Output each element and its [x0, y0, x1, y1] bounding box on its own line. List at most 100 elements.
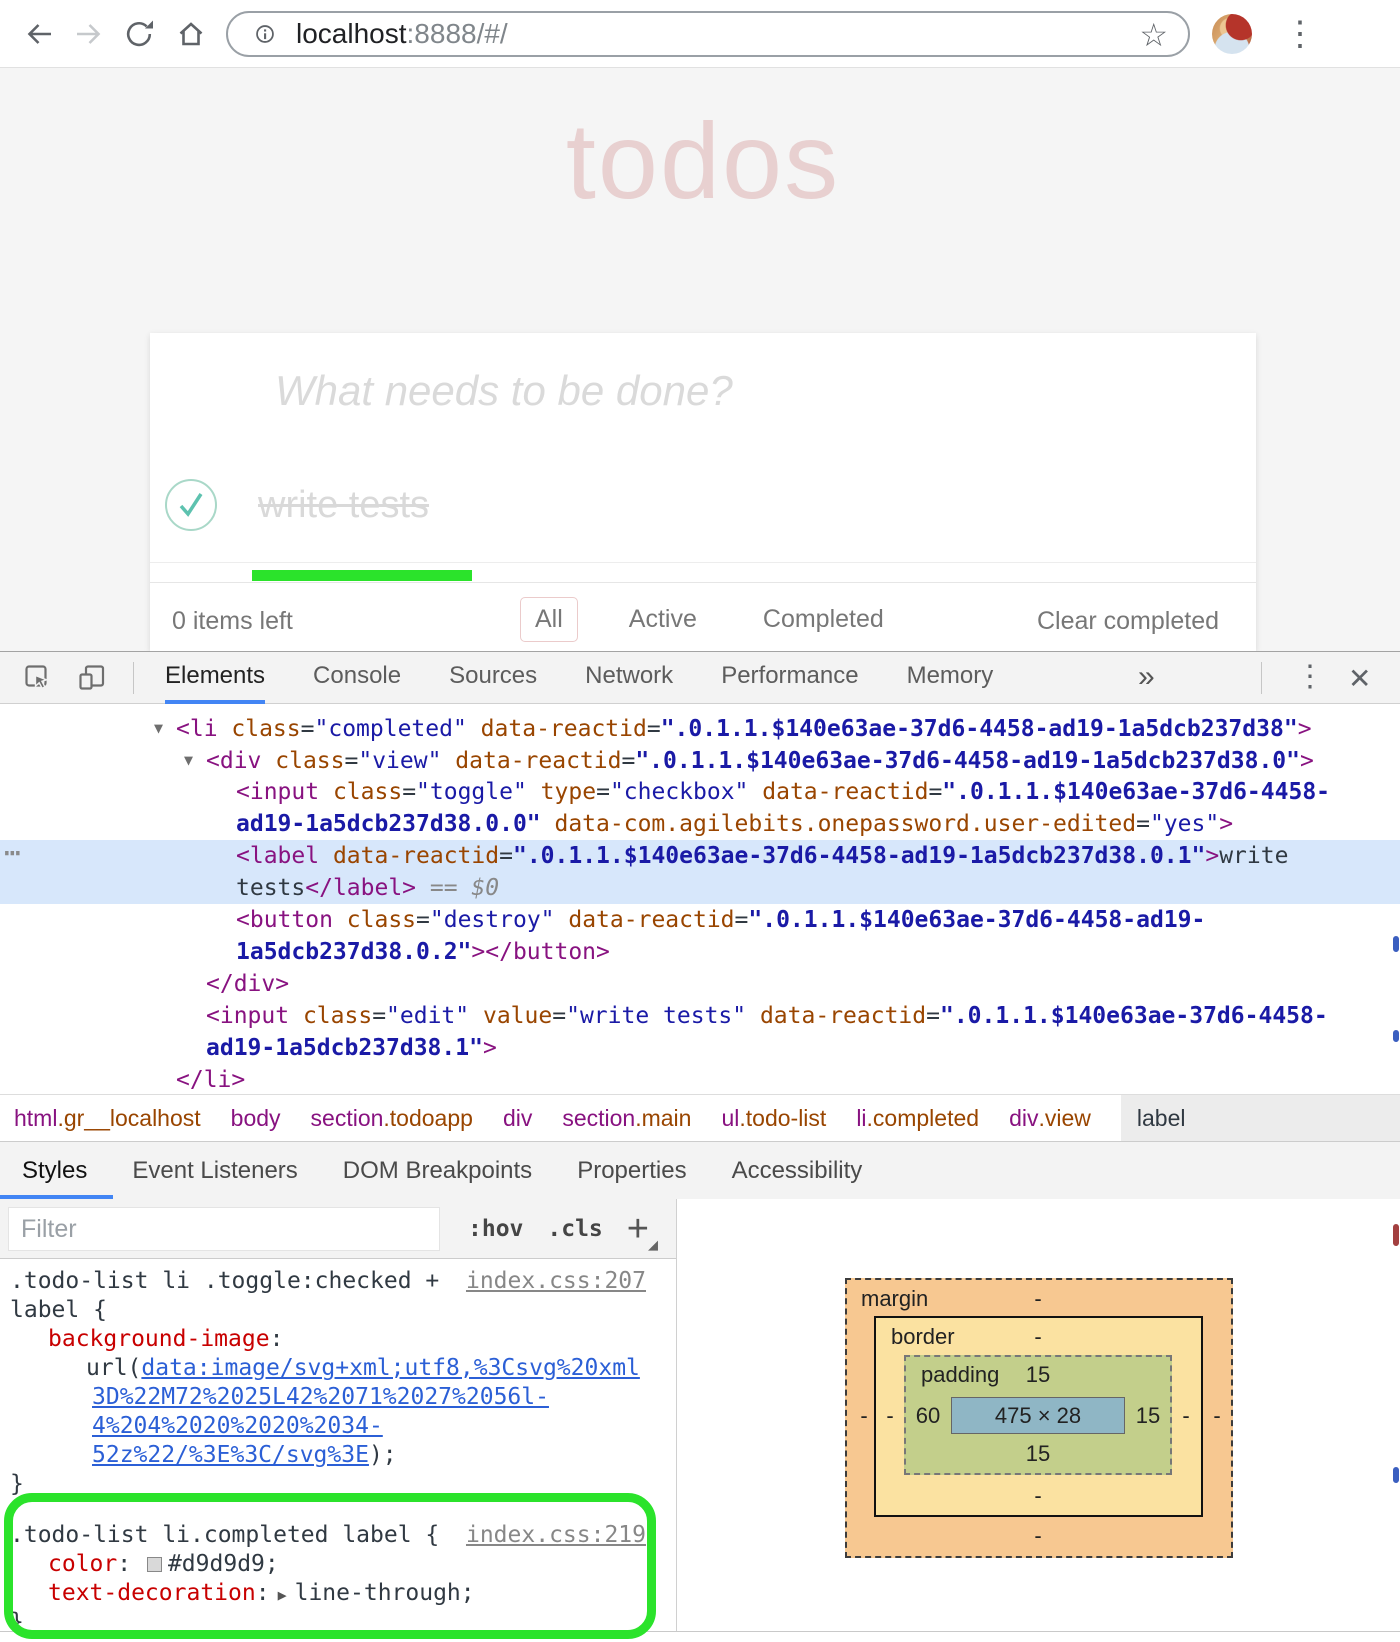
dom-tree-node[interactable]: tests</label> == $0 [0, 872, 1400, 904]
border-right[interactable]: - [1182, 1405, 1189, 1427]
url-text[interactable]: localhost:8888/#/ [296, 18, 508, 50]
screen: localhost:8888/#/ ☆ ⋮ todos What needs t… [0, 0, 1400, 1642]
new-todo-input[interactable]: What needs to be done? [150, 333, 1256, 448]
filter-placeholder: Filter [21, 1215, 77, 1244]
padding-label: padding [921, 1364, 999, 1386]
device-toolbar-icon[interactable] [76, 662, 108, 694]
breadcrumb-item[interactable]: div [503, 1095, 532, 1141]
content-size: 475 × 28 [995, 1403, 1081, 1429]
scrollbar-mark[interactable] [1393, 1224, 1399, 1246]
bookmark-star-icon[interactable]: ☆ [1139, 16, 1168, 54]
margin-right[interactable]: - [1213, 1405, 1220, 1427]
pane-divider[interactable] [676, 1199, 677, 1631]
padding-right[interactable]: 15 [1136, 1405, 1160, 1427]
avatar[interactable] [1212, 14, 1252, 54]
breadcrumb-item[interactable]: body [231, 1095, 281, 1141]
inspect-element-icon[interactable] [22, 662, 54, 694]
tab-sources[interactable]: Sources [449, 652, 537, 704]
tab-event-listeners[interactable]: Event Listeners [132, 1157, 297, 1185]
elements-tree: ▼<li class="completed" data-reactid=".0.… [0, 704, 1400, 1094]
styles-filter-input[interactable]: Filter [8, 1207, 440, 1251]
breadcrumb-item[interactable]: html.gr__localhost [14, 1095, 201, 1141]
home-icon[interactable] [174, 17, 208, 51]
new-style-rule-button[interactable]: + [627, 1208, 649, 1251]
border-left[interactable]: - [886, 1405, 893, 1427]
breadcrumb-item[interactable]: section.main [562, 1095, 691, 1141]
tab-dom-breakpoints[interactable]: DOM Breakpoints [343, 1157, 532, 1185]
dom-tree-node[interactable]: <input class="edit" value="write tests" … [0, 1000, 1400, 1032]
styles-filter-row: Filter :hov .cls + ◢ [0, 1199, 676, 1259]
expand-arrow-icon[interactable]: ▼ [184, 744, 206, 776]
filter-completed[interactable]: Completed [748, 597, 899, 642]
devtools-panel: Elements Console Sources Network Performance… [0, 651, 1400, 1642]
breadcrumb-item[interactable]: label [1121, 1095, 1400, 1141]
url-bar[interactable]: localhost:8888/#/ ☆ [226, 11, 1190, 57]
padding-bottom[interactable]: 15 [1026, 1443, 1050, 1465]
browser-toolbar: localhost:8888/#/ ☆ ⋮ [0, 0, 1400, 68]
clear-completed-button[interactable]: Clear completed [1037, 607, 1219, 636]
toggle-hov[interactable]: :hov [468, 1216, 523, 1242]
box-model-content-box[interactable]: 475 × 28 [951, 1397, 1125, 1434]
dom-tree-node[interactable]: ad19-1a5dcb237d38.1"> [0, 1032, 1400, 1064]
dom-tree-node[interactable]: ▼<div class="view" data-reactid=".0.1.1.… [0, 744, 1400, 776]
todo-item[interactable]: write tests [150, 448, 1256, 563]
url-host: localhost [296, 18, 407, 49]
tab-elements[interactable]: Elements [165, 652, 265, 704]
reload-icon[interactable] [122, 17, 156, 51]
dom-tree-node[interactable]: <button class="destroy" data-reactid=".0… [0, 904, 1400, 936]
back-icon[interactable] [22, 17, 56, 51]
breadcrumb-item[interactable]: li.completed [856, 1095, 979, 1141]
tab-styles[interactable]: Styles [22, 1157, 87, 1185]
tab-properties[interactable]: Properties [577, 1157, 686, 1185]
filter-all[interactable]: All [520, 597, 578, 642]
border-bottom[interactable]: - [1034, 1485, 1041, 1507]
dom-tree-node[interactable]: </li> [0, 1064, 1400, 1094]
devtools-tabs: Elements Console Sources Network Performance… [165, 652, 993, 704]
tab-memory[interactable]: Memory [907, 652, 994, 704]
devtools-menu-icon[interactable]: ⋮ [1295, 659, 1325, 694]
more-tabs-chevron-icon[interactable]: » [1138, 660, 1155, 694]
scrollbar-mark[interactable] [1393, 1467, 1399, 1483]
tab-performance[interactable]: Performance [721, 652, 858, 704]
margin-top[interactable]: - [1034, 1288, 1041, 1310]
toolbar-divider [1261, 662, 1262, 694]
dom-tree-node[interactable]: 1a5dcb237d38.0.2"></button> [0, 936, 1400, 968]
dom-tree-node[interactable]: ad19-1a5dcb237d38.0.0" data-com.agilebit… [0, 808, 1400, 840]
todo-footer: 0 items left AllActiveCompleted Clear co… [150, 582, 1256, 651]
toolbar-divider [133, 662, 134, 694]
border-label: border [891, 1326, 955, 1348]
breadcrumb: html.gr__localhost body section.todoapp div… [0, 1094, 1400, 1141]
margin-left[interactable]: - [860, 1405, 867, 1427]
forward-icon [72, 17, 106, 51]
breadcrumb-item[interactable]: ul.todo-list [721, 1095, 826, 1141]
info-icon[interactable] [250, 19, 280, 49]
tab-console[interactable]: Console [313, 652, 401, 704]
stylesheet-link[interactable]: index.css:207 [466, 1267, 646, 1296]
devtools-close-icon[interactable]: ✕ [1348, 662, 1371, 695]
expand-arrow-icon[interactable]: ▼ [154, 712, 176, 744]
dom-tree-node[interactable]: ▼<li class="completed" data-reactid=".0.… [0, 712, 1400, 744]
todo-label[interactable]: write tests [258, 484, 429, 527]
dom-tree-node[interactable]: </div> [0, 968, 1400, 1000]
dom-tree-node[interactable]: ⋯<label data-reactid=".0.1.1.$140e63ae-3… [0, 840, 1400, 872]
filter-active[interactable]: Active [614, 597, 712, 642]
breadcrumb-item[interactable]: div.view [1009, 1095, 1091, 1141]
browser-menu-icon[interactable]: ⋮ [1283, 14, 1317, 54]
css-rule[interactable]: .todo-list li .toggle:checked +index.css… [0, 1259, 676, 1499]
breadcrumb-item[interactable]: section.todoapp [311, 1095, 473, 1141]
toggle-checkbox-icon[interactable] [163, 477, 219, 533]
border-top[interactable]: - [1034, 1326, 1041, 1348]
annotation-underline [252, 570, 472, 581]
dom-tree-node[interactable]: <input class="toggle" type="checkbox" da… [0, 776, 1400, 808]
tab-network[interactable]: Network [585, 652, 673, 704]
padding-top[interactable]: 15 [1026, 1364, 1050, 1386]
tab-accessibility[interactable]: Accessibility [732, 1157, 863, 1185]
styles-tab-bar: Styles Event Listeners DOM Breakpoints Prop… [0, 1141, 1400, 1199]
resize-corner-icon[interactable]: ◢ [648, 1237, 658, 1253]
devtools-toolbar: Elements Console Sources Network Performance… [0, 652, 1400, 704]
margin-label: margin [861, 1288, 928, 1310]
styles-body: Filter :hov .cls + ◢ .todo-list li .toggle… [0, 1199, 1400, 1631]
margin-bottom[interactable]: - [1034, 1525, 1041, 1547]
padding-left[interactable]: 60 [916, 1405, 940, 1427]
toggle-cls[interactable]: .cls [547, 1216, 602, 1242]
